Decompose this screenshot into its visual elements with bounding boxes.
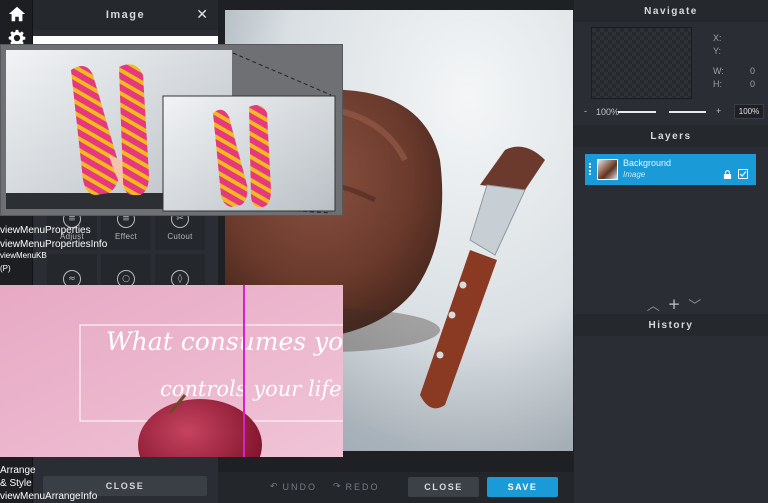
redo-label: REDO [345,481,380,492]
tool-label: Cutout [167,231,193,241]
debug-line: (P) [0,264,11,273]
nav-w-label: W: [713,66,724,76]
zoom-row: - 100% + 100% [574,104,768,120]
redo-icon: ↷ [333,481,343,491]
debug-line: viewMenuKB [0,251,47,260]
quote-line-1: What consumes your m [106,327,343,356]
sock-photos [6,50,336,214]
sock-image-overlay[interactable] [0,44,343,216]
home-icon [8,6,25,22]
nav-y-label: Y: [713,46,722,56]
visibility-checkbox[interactable] [738,169,748,179]
debug-line: viewMenuPropertiesInfo [0,239,108,250]
alignment-guide [243,285,245,457]
redo-button[interactable]: ↷ REDO [333,481,380,492]
move-layer-down-icon[interactable]: ﹀ [688,295,701,314]
layers-title: Layers [650,130,692,142]
history-title: History [648,319,694,331]
close-icon[interactable]: ✕ [196,7,208,23]
history-header: History [574,314,768,336]
navigator-thumbnail[interactable] [591,27,692,99]
zoom-out-button[interactable]: - [584,106,587,116]
lock-icon[interactable] [723,170,732,179]
layers-header: Layers [574,125,768,147]
debug-line: viewMenuProperties [0,225,91,236]
layer-name: Background [623,158,672,168]
save-button[interactable]: SAVE [487,477,558,497]
check-icon [739,171,747,177]
layer-thumbnail [597,159,618,180]
layer-type: Image [623,170,646,179]
zoom-input[interactable]: 100% [734,104,764,119]
right-panel: Navigate X: Y: W: 0 H: 0 - 100% + 100% L… [574,0,768,503]
zoom-track-right[interactable] [669,111,706,113]
quote-background [0,285,343,457]
zoom-in-button[interactable]: + [716,106,721,116]
zoom-value: 100% [596,107,620,117]
nav-x-label: X: [713,33,722,43]
nav-h-label: H: [713,79,722,89]
debug-line: viewMenuArrangeInfo [0,491,98,502]
undo-icon: ↶ [270,481,280,491]
close-button[interactable]: CLOSE [408,477,479,497]
quote-line-2: controls your life [160,377,342,401]
layer-row-background[interactable]: Background Image [585,154,756,185]
layer-tools: ︿ + ﹀ [644,295,704,314]
tool-label: Effect [114,231,138,241]
quote-image-overlay[interactable]: What consumes your m controls your life [0,285,343,457]
navigate-header: Navigate [574,0,768,22]
nav-w-value: 0 [750,66,756,76]
debug-line: Arrange [0,465,36,476]
drag-handle-icon[interactable] [589,163,591,175]
undo-button[interactable]: ↶ UNDO [270,481,317,492]
undo-label: UNDO [282,481,318,492]
zoom-track-left[interactable] [618,111,656,113]
nav-h-value: 0 [750,79,756,89]
navigate-title: Navigate [644,5,698,17]
debug-line: & Style [0,478,32,489]
move-layer-up-icon[interactable]: ︿ [647,295,660,314]
panel-title: Image [105,9,146,21]
add-layer-icon[interactable]: + [668,295,681,313]
panel-header: Image [33,0,218,30]
